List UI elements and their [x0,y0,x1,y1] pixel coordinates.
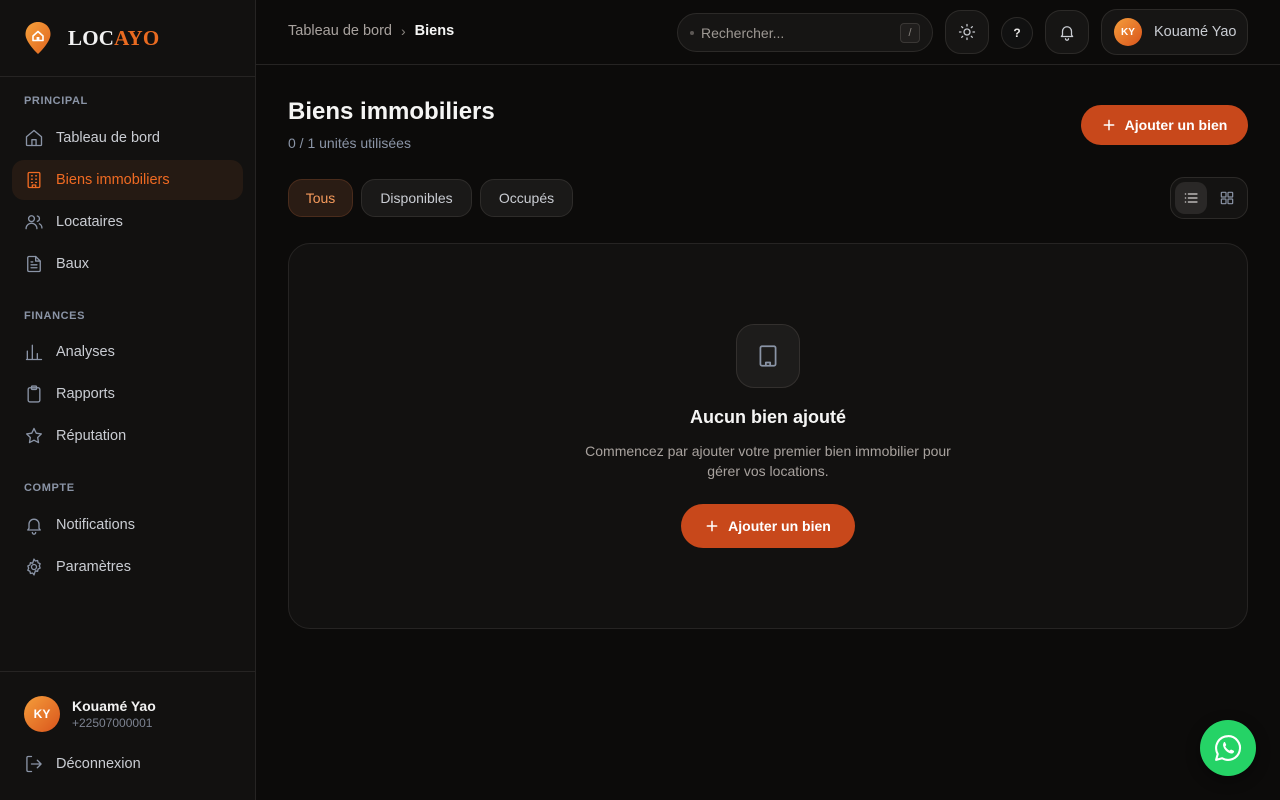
section-compte: COMPTE [24,482,75,494]
document-icon [27,255,41,273]
bell-icon [1060,26,1074,41]
user-name: Kouamé Yao [72,698,156,714]
user-phone: +22507000001 [72,716,153,730]
sidebar-item-label: Tableau de bord [56,130,160,146]
avatar: KY [24,696,60,732]
search-icon [690,30,694,35]
list-icon [1184,193,1198,203]
sidebar-item-label: Notifications [56,517,135,533]
sidebar-item-analytics[interactable]: Analyses [12,332,243,372]
sidebar-item-label: Réputation [56,428,127,444]
building-icon [27,171,41,189]
gear-icon [27,558,41,576]
sidebar-item-label: Biens immobiliers [56,172,170,188]
plus-icon [1103,119,1115,131]
logout-icon [26,755,42,773]
sidebar-item-notifications[interactable]: Notifications [12,505,243,545]
breadcrumb: Tableau de bord › Biens [288,23,454,39]
add-property-label: Ajouter un bien [1124,117,1228,133]
home-icon [25,129,43,147]
bell-icon [27,518,41,535]
empty-state-icon-box [736,324,800,388]
empty-state: Aucun bien ajouté Commencez par ajouter … [288,243,1248,629]
brand-name-part1: LOC [68,25,115,50]
sidebar-item-reputation[interactable]: Réputation [12,416,243,456]
top-header: Tableau de bord › Biens / ? KY Kouamé Ya… [256,0,1280,65]
breadcrumb-chevron-icon: › [401,23,406,39]
user-name: Kouamé Yao [1154,24,1237,40]
sidebar-item-dashboard[interactable]: Tableau de bord [12,118,243,158]
sidebar-user[interactable]: KY Kouamé Yao +22507000001 [24,696,156,732]
sidebar-item-settings[interactable]: Paramètres [12,547,243,587]
sidebar-item-label: Analyses [56,344,115,360]
view-toggle [1170,177,1248,219]
units-usage: 0 / 1 unités utilisées [288,135,411,151]
whatsapp-chat-button[interactable] [1200,720,1256,776]
sun-icon [958,23,976,41]
brand[interactable]: LOCAYO [0,0,255,77]
filter-available[interactable]: Disponibles [361,179,472,217]
breadcrumb-current: Biens [414,23,455,39]
logo-pin-icon [25,22,51,54]
sidebar-item-label: Baux [56,256,90,272]
sidebar-footer: KY Kouamé Yao +22507000001 Déconnexion [0,671,255,800]
notifications-button[interactable] [1045,10,1089,54]
add-first-property-button[interactable]: Ajouter un bien [681,504,855,548]
section-finances: FINANCES [24,310,86,322]
sidebar-item-label: Paramètres [56,559,131,575]
users-icon [25,215,43,230]
sidebar: LOCAYO PRINCIPAL Tableau de bord Biens i… [0,0,256,800]
help-button[interactable]: ? [1001,17,1033,49]
sidebar-item-reports[interactable]: Rapports [12,374,243,414]
list-view-button[interactable] [1175,182,1207,214]
user-menu-button[interactable]: KY Kouamé Yao [1101,9,1248,55]
page-title: Biens immobiliers [288,98,495,125]
logout-label: Déconnexion [56,756,141,772]
filter-all[interactable]: Tous [288,179,353,217]
sidebar-item-label: Rapports [56,386,115,402]
plus-icon [706,520,718,532]
theme-toggle-button[interactable] [945,10,989,54]
grid-icon [1220,191,1234,205]
building-icon [759,345,777,367]
add-first-property-label: Ajouter un bien [728,518,831,534]
whatsapp-icon [1215,735,1242,761]
brand-name-part2: AYO [114,25,160,50]
filter-occupied[interactable]: Occupés [480,179,573,217]
breadcrumb-root[interactable]: Tableau de bord [288,23,392,39]
empty-state-title: Aucun bien ajouté [689,407,846,427]
grid-view-button[interactable] [1211,182,1243,214]
logout-button[interactable]: Déconnexion [24,754,141,774]
avatar: KY [1114,18,1142,46]
sidebar-item-label: Locataires [56,214,123,230]
search-shortcut-key: / [900,23,920,43]
section-principal: PRINCIPAL [24,95,88,107]
bar-chart-icon [25,344,43,361]
star-icon [26,427,42,444]
search-box[interactable]: / [677,13,933,52]
empty-state-description: Commencez par ajouter votre premier bien… [585,443,951,479]
brand-name: LOCAYO [68,26,159,51]
sidebar-item-tenants[interactable]: Locataires [12,202,243,242]
sidebar-item-properties[interactable]: Biens immobiliers [12,160,243,200]
sidebar-item-leases[interactable]: Baux [12,244,243,284]
clipboard-icon [27,385,41,403]
add-property-button[interactable]: Ajouter un bien [1081,105,1248,145]
search-input[interactable] [701,24,891,41]
